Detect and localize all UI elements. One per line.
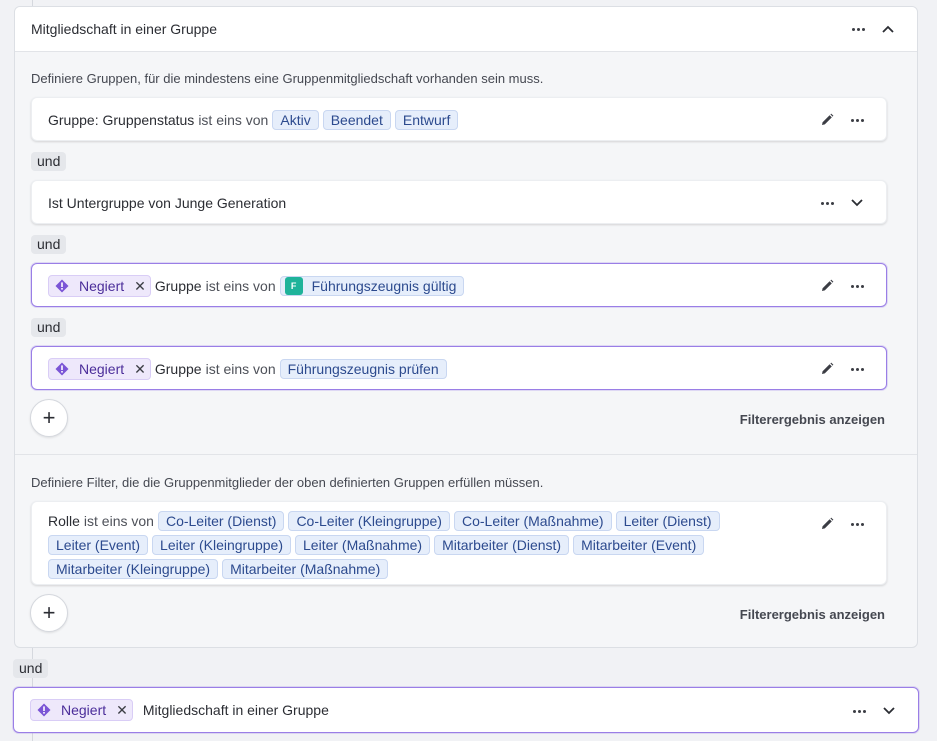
- negated-label: Negiert: [79, 278, 125, 294]
- close-icon[interactable]: ✕: [116, 702, 128, 719]
- condition-card-negated-check[interactable]: Negiert ✕ Gruppe ist eins von Führungsze…: [31, 346, 887, 390]
- negated-label: Negiert: [79, 361, 125, 377]
- connector-und: und: [31, 318, 67, 337]
- plus-icon: +: [42, 600, 56, 625]
- condition-label: Rolle: [48, 513, 80, 529]
- connector-und: und: [31, 152, 67, 171]
- pencil-icon[interactable]: [820, 361, 834, 377]
- condition-operator: ist eins von: [205, 361, 276, 377]
- role-value-chip: Co-Leiter (Dienst): [157, 511, 285, 531]
- role-value-chip: Mitarbeiter (Dienst): [434, 535, 570, 555]
- condition-card-role[interactable]: Rolle ist eins von Co-Leiter (Dienst) Co-…: [31, 501, 887, 585]
- value-chip-label: Führungszeugnis gültig: [311, 278, 457, 294]
- more-options-icon[interactable]: [852, 703, 866, 719]
- more-options-icon[interactable]: [850, 361, 864, 377]
- role-value-chip: Leiter (Maßnahme): [295, 535, 431, 555]
- block-header: Mitgliedschaft in einer Gruppe: [15, 7, 917, 52]
- group-membership-block-negated[interactable]: Negiert ✕ Mitgliedschaft in einer Gruppe: [13, 687, 919, 733]
- negation-diamond-icon: [37, 703, 51, 717]
- role-value-chip: Leiter (Event): [48, 535, 149, 555]
- connector-und: und: [31, 235, 67, 254]
- more-options-icon[interactable]: [820, 195, 834, 211]
- condition-label: Gruppe: Gruppenstatus: [48, 112, 195, 128]
- connector-und: und: [13, 659, 49, 678]
- condition-label: Ist Untergruppe von Junge Generation: [48, 195, 287, 211]
- role-value-chip: Leiter (Dienst): [615, 511, 720, 531]
- more-options-icon[interactable]: [851, 21, 865, 37]
- role-value-chip: Co-Leiter (Maßnahme): [453, 511, 612, 531]
- pencil-icon[interactable]: [820, 516, 834, 532]
- value-chip: Beendet: [322, 110, 391, 130]
- condition-operator: ist eins von: [198, 112, 269, 128]
- close-icon[interactable]: ✕: [134, 361, 146, 378]
- chevron-down-icon[interactable]: [882, 703, 896, 719]
- group-membership-block: Mitgliedschaft in einer Gruppe Definiere…: [14, 6, 918, 648]
- value-chip: Aktiv: [272, 110, 319, 130]
- condition-card-status[interactable]: Gruppe: Gruppenstatus ist eins von Aktiv…: [31, 97, 887, 141]
- role-value-chip: Mitarbeiter (Event): [573, 535, 705, 555]
- members-hint: Definiere Filter, die die Gruppenmitglie…: [31, 475, 544, 490]
- value-chip: Entwurf: [394, 110, 459, 130]
- group-avatar-icon: F: [284, 277, 303, 295]
- value-chip: F Führungszeugnis gültig: [279, 276, 465, 296]
- more-options-icon[interactable]: [850, 112, 864, 128]
- value-chip: Führungszeugnis prüfen: [279, 359, 447, 379]
- section-divider: [15, 454, 917, 455]
- condition-operator: ist eins von: [205, 278, 276, 294]
- negated-label: Negiert: [61, 702, 107, 718]
- block-title: Mitgliedschaft in einer Gruppe: [142, 702, 329, 718]
- condition-operator: ist eins von: [83, 513, 154, 529]
- more-options-icon[interactable]: [850, 278, 864, 294]
- show-result-link[interactable]: Filterergebnis anzeigen: [740, 412, 885, 427]
- condition-label: Gruppe: [154, 361, 202, 377]
- role-value-chip: Mitarbeiter (Maßnahme): [222, 559, 389, 579]
- block-header-actions: [851, 21, 895, 37]
- plus-icon: +: [42, 405, 56, 430]
- chevron-down-icon[interactable]: [850, 195, 864, 211]
- condition-card-negated-valid[interactable]: Negiert ✕ Gruppe ist eins von F Führungs…: [31, 263, 887, 307]
- more-options-icon[interactable]: [850, 516, 864, 532]
- chevron-up-icon[interactable]: [881, 21, 895, 37]
- role-value-chip: Leiter (Kleingruppe): [152, 535, 292, 555]
- close-icon[interactable]: ✕: [134, 278, 146, 295]
- condition-label: Gruppe: [154, 278, 202, 294]
- groups-hint: Definiere Gruppen, für die mindestens ei…: [31, 71, 544, 86]
- pencil-icon[interactable]: [820, 278, 834, 294]
- role-value-chip: Mitarbeiter (Kleingruppe): [48, 559, 219, 579]
- negated-chip[interactable]: Negiert ✕: [48, 358, 151, 380]
- role-chips: Rolle ist eins von Co-Leiter (Dienst) Co-…: [48, 511, 788, 579]
- block-title: Mitgliedschaft in einer Gruppe: [31, 21, 217, 37]
- tree-line-bottom: [32, 733, 33, 741]
- condition-card-subgroup[interactable]: Ist Untergruppe von Junge Generation: [31, 180, 887, 224]
- negation-diamond-icon: [55, 279, 69, 293]
- negated-chip[interactable]: Negiert ✕: [48, 275, 151, 297]
- negation-diamond-icon: [55, 362, 69, 376]
- negated-chip[interactable]: Negiert ✕: [30, 699, 133, 721]
- add-group-filter-button[interactable]: +: [30, 399, 68, 437]
- add-member-filter-button[interactable]: +: [30, 594, 68, 632]
- pencil-icon[interactable]: [820, 112, 834, 128]
- show-result-link[interactable]: Filterergebnis anzeigen: [740, 607, 885, 622]
- role-value-chip: Co-Leiter (Kleingruppe): [288, 511, 450, 531]
